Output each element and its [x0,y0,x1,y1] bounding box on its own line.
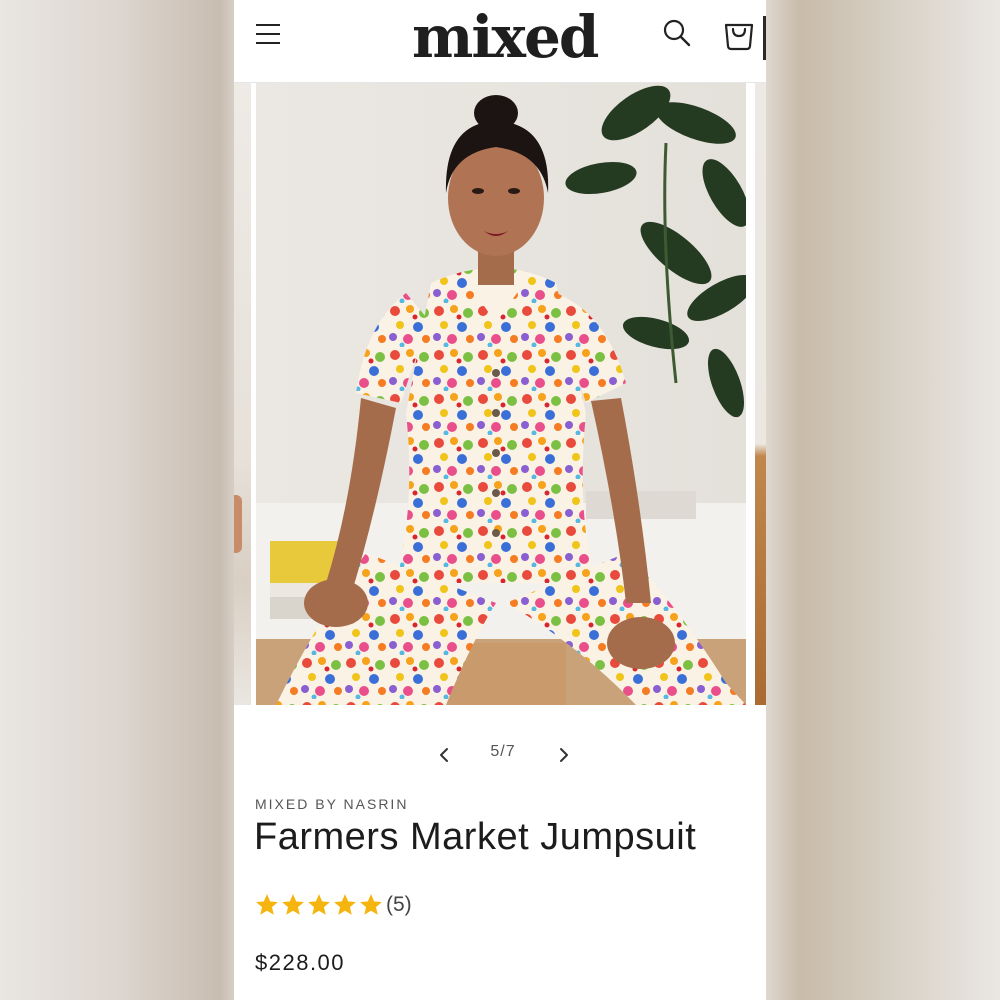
chevron-right-icon[interactable] [550,742,576,768]
product-rating[interactable]: (5) [254,890,412,920]
search-icon[interactable] [662,18,692,48]
carousel-pager: 5/7 [234,730,766,780]
brand-logo[interactable]: mixed [412,2,599,72]
product-vendor[interactable]: MIXED BY NASRIN [255,796,408,812]
mobile-product-page: mixed 5/7 MIXED BY NASRIN Farmers Market… [234,0,766,1000]
rating-count[interactable]: (5) [386,893,412,917]
next-slide-peek[interactable] [755,83,766,705]
star-icon [256,894,278,915]
scroll-edge-indicator [763,16,766,60]
chevron-left-icon[interactable] [432,742,458,768]
product-title: Farmers Market Jumpsuit [254,816,697,858]
previous-slide-peek[interactable] [234,83,251,705]
cart-icon[interactable] [721,16,757,52]
product-price: $228.00 [255,950,346,975]
slide-counter: 5/7 [490,743,516,760]
hamburger-menu-icon[interactable] [254,22,284,48]
star-icon [308,894,330,915]
star-icon [282,894,304,915]
star-icon [334,894,356,915]
product-image-carousel[interactable] [234,83,766,705]
star-icon [360,894,382,915]
product-photo[interactable] [256,83,746,705]
rating-stars [254,892,384,918]
site-header: mixed [234,0,766,83]
